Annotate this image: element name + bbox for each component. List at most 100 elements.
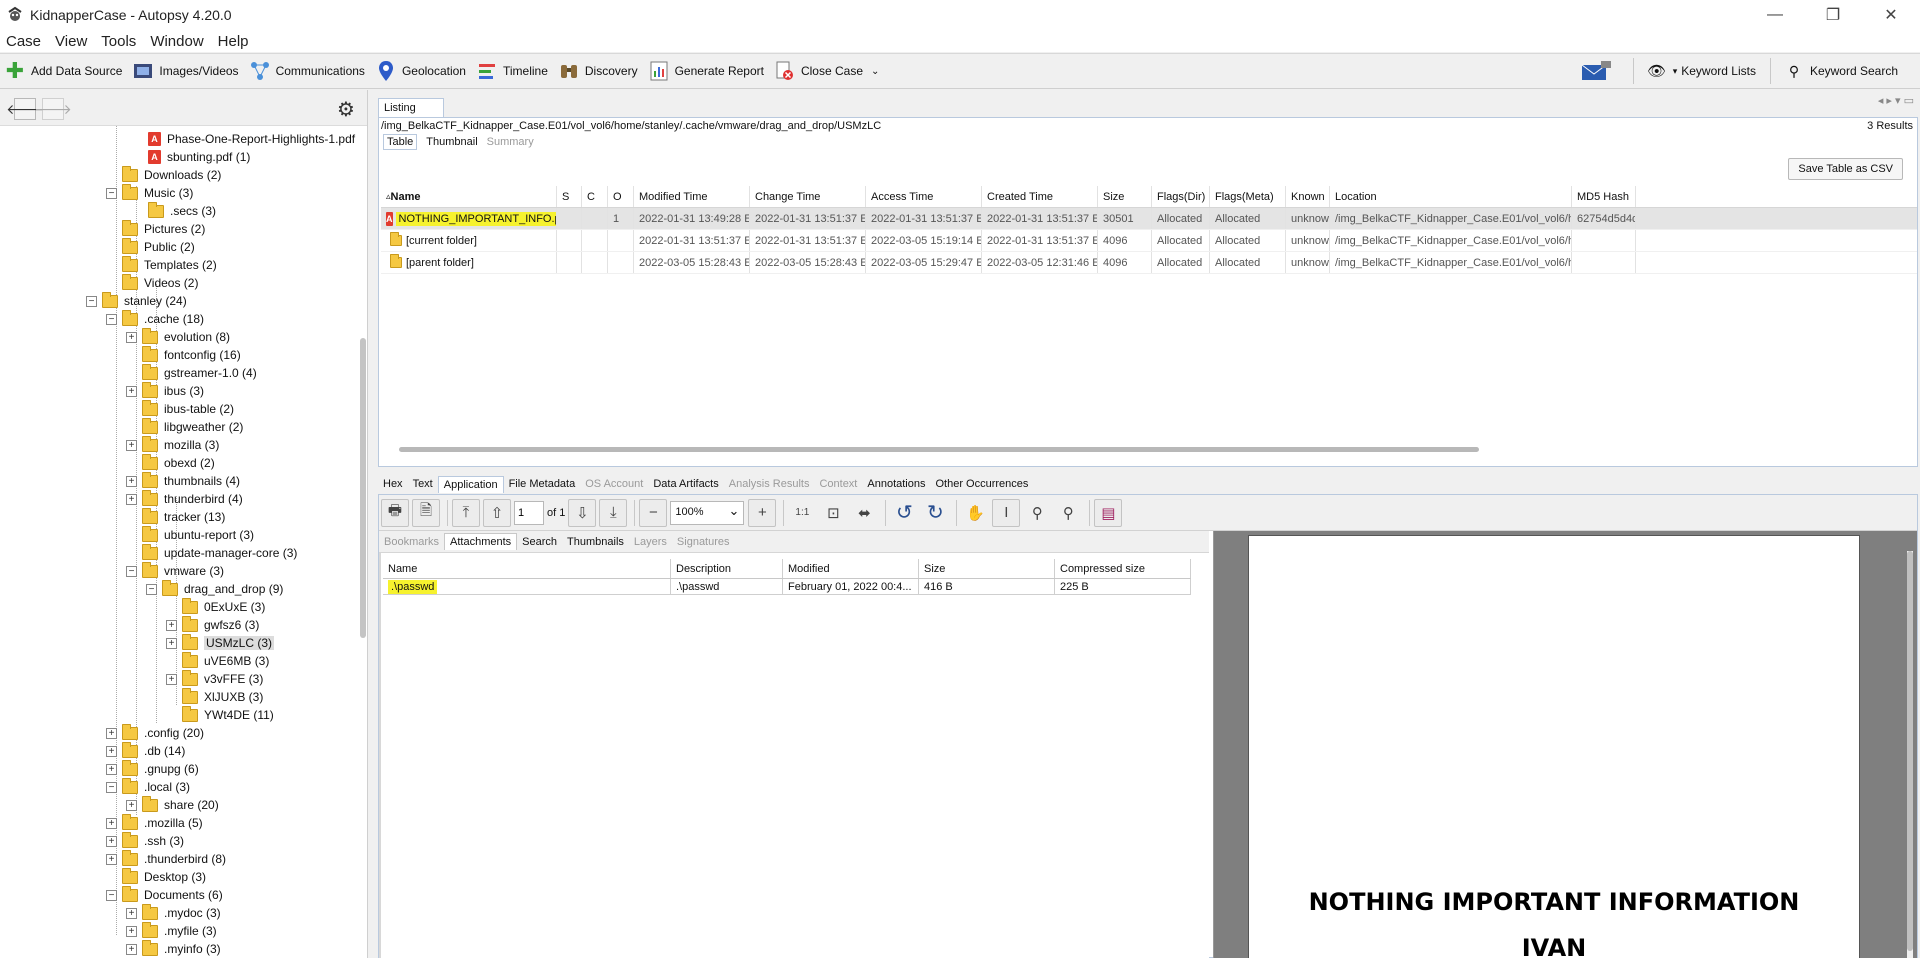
column-header[interactable]: ▵ Name	[381, 186, 557, 207]
expand-icon[interactable]: +	[126, 493, 137, 505]
tab-listing[interactable]: Listing	[378, 98, 444, 118]
column-header[interactable]: Modified	[783, 559, 919, 578]
back-button[interactable]: 🡐	[6, 98, 44, 120]
tree-item[interactable]: − .local (3)	[106, 777, 190, 796]
column-header[interactable]: C	[582, 186, 608, 207]
zoom-out-icon[interactable]: −	[639, 498, 668, 527]
column-header[interactable]: Created Time	[982, 186, 1098, 207]
add-data-source-button[interactable]: ✚ Add Data Source	[0, 56, 128, 86]
tree-item[interactable]: Downloads (2)	[106, 165, 221, 184]
table-horizontal-scrollbar[interactable]	[399, 447, 1479, 452]
tree-item[interactable]: − Documents (6)	[106, 885, 223, 904]
table-row[interactable]: A NOTHING_IMPORTANT_INFO.pdf 1 2022-01-31 1…	[381, 208, 1917, 230]
tree-item[interactable]: A Phase-One-Report-Highlights-1.pdf	[132, 130, 355, 148]
expand-icon[interactable]: +	[126, 439, 137, 451]
tab-table[interactable]: Table	[383, 134, 418, 150]
tab-hex[interactable]: Hex	[378, 478, 408, 490]
expand-icon[interactable]: +	[126, 475, 137, 487]
expand-icon[interactable]: +	[126, 925, 137, 937]
tree-item[interactable]: update-manager-core (3)	[126, 543, 297, 562]
tree-item[interactable]: + share (20)	[126, 795, 219, 814]
menu-view[interactable]: View	[55, 33, 87, 50]
tab-other-occurrences[interactable]: Other Occurrences	[930, 478, 1033, 490]
pdf-vertical-scrollbar[interactable]	[1907, 551, 1913, 958]
tree-item[interactable]: + evolution (8)	[126, 327, 230, 346]
tree-item[interactable]: libgweather (2)	[126, 417, 243, 436]
tree-item[interactable]: uVE6MB (3)	[166, 651, 269, 670]
column-header[interactable]: Size	[1098, 186, 1152, 207]
tree-item[interactable]: .secs (3)	[132, 201, 216, 220]
gear-icon[interactable]: ⚙	[335, 98, 357, 121]
tree-item[interactable]: fontconfig (16)	[126, 345, 241, 364]
column-header[interactable]: O	[608, 186, 634, 207]
collapse-icon[interactable]: −	[106, 187, 117, 199]
tree-item[interactable]: gstreamer-1.0 (4)	[126, 363, 257, 382]
select-text-icon[interactable]: I	[992, 498, 1021, 527]
forward-button[interactable]: 🡒	[34, 98, 72, 120]
tree-item[interactable]: − Music (3)	[106, 183, 193, 202]
tree-item[interactable]: + mozilla (3)	[126, 435, 219, 454]
tab-file-metadata[interactable]: File Metadata	[504, 478, 581, 490]
table-row[interactable]: .\passwd .\passwd February 01, 2022 00:4..…	[383, 579, 1191, 595]
tree-item[interactable]: + USMzLC (3)	[166, 633, 275, 652]
tree-item[interactable]: Videos (2)	[106, 273, 198, 292]
pan-tool-icon[interactable]: ✋	[961, 499, 989, 527]
tree-item[interactable]: Asbunting.pdf (1)	[132, 148, 250, 166]
expand-icon[interactable]: +	[106, 727, 117, 739]
tree-item[interactable]: + .myfile (3)	[126, 921, 217, 940]
geolocation-button[interactable]: Geolocation	[371, 56, 472, 86]
column-header[interactable]: Modified Time	[634, 186, 750, 207]
tree-item[interactable]: ibus-table (2)	[126, 399, 234, 418]
previous-page-icon[interactable]: ⇧	[483, 498, 511, 527]
tab-annotations[interactable]: Annotations	[862, 478, 930, 490]
tab-data-artifacts[interactable]: Data Artifacts	[648, 478, 723, 490]
tab-search[interactable]: Search	[517, 536, 562, 548]
expand-icon[interactable]: +	[166, 673, 177, 685]
images-videos-button[interactable]: Images/Videos	[128, 56, 244, 86]
close-case-button[interactable]: Close Case ⌄	[770, 56, 885, 86]
expand-icon[interactable]: +	[106, 817, 117, 829]
messages-icon[interactable]	[1581, 60, 1611, 82]
tree-item[interactable]: + .gnupg (6)	[106, 759, 199, 778]
tree-item[interactable]: + .config (20)	[106, 723, 204, 742]
tree-item[interactable]: + .mozilla (5)	[106, 813, 203, 832]
tree-item[interactable]: 0ExUxE (3)	[166, 597, 265, 616]
column-header[interactable]: Access Time	[866, 186, 982, 207]
timeline-button[interactable]: Timeline	[472, 56, 554, 86]
tab-text[interactable]: Text	[408, 478, 438, 490]
tab-application[interactable]: Application	[437, 475, 504, 493]
column-header[interactable]: Size	[919, 559, 1055, 578]
tree-item[interactable]: YWt4DE (11)	[166, 705, 274, 724]
tree-item[interactable]: − drag_and_drop (9)	[146, 579, 283, 598]
tree-item[interactable]: + ibus (3)	[126, 381, 204, 400]
tree-item[interactable]: obexd (2)	[126, 453, 215, 472]
column-header[interactable]: Name	[383, 559, 671, 578]
table-row[interactable]: [parent folder]2022-03-05 15:28:43 EST20…	[381, 252, 1917, 274]
close-window-button[interactable]: ✕	[1862, 0, 1920, 30]
expand-icon[interactable]: +	[126, 907, 137, 919]
print-icon[interactable]: 🖶	[381, 498, 409, 527]
zoom-dynamic-icon[interactable]: ⚲	[1054, 499, 1082, 527]
table-row[interactable]: [current folder]2022-01-31 13:51:37 EST2…	[381, 230, 1917, 252]
tab-attachments[interactable]: Attachments	[444, 533, 518, 550]
keyword-search-button[interactable]: ⚲ Keyword Search	[1779, 56, 1904, 86]
tree-item[interactable]: Public (2)	[106, 237, 195, 256]
annotation-panel-icon[interactable]: ▤	[1094, 498, 1123, 527]
expand-icon[interactable]: +	[166, 619, 177, 631]
column-header[interactable]: S	[557, 186, 582, 207]
collapse-icon[interactable]: −	[106, 781, 117, 793]
tree-item[interactable]: Pictures (2)	[106, 219, 205, 238]
tree-item[interactable]: + thunderbird (4)	[126, 489, 243, 508]
restore-button[interactable]: ❐	[1804, 0, 1862, 30]
tree-item[interactable]: + thumbnails (4)	[126, 471, 240, 490]
expand-icon[interactable]: +	[106, 745, 117, 757]
last-page-icon[interactable]: ⤓	[599, 498, 628, 527]
page-number-input[interactable]	[514, 500, 544, 525]
actual-size-icon[interactable]: 1:1	[788, 499, 816, 527]
zoom-select[interactable]: 100%	[670, 500, 745, 525]
keyword-lists-button[interactable]: 👁 ▾ Keyword Lists	[1642, 56, 1762, 86]
rotate-left-icon[interactable]: ↺	[890, 499, 918, 527]
expand-icon[interactable]: +	[106, 853, 117, 865]
column-header[interactable]: Known	[1286, 186, 1330, 207]
rotate-right-icon[interactable]: ↻	[921, 499, 949, 527]
